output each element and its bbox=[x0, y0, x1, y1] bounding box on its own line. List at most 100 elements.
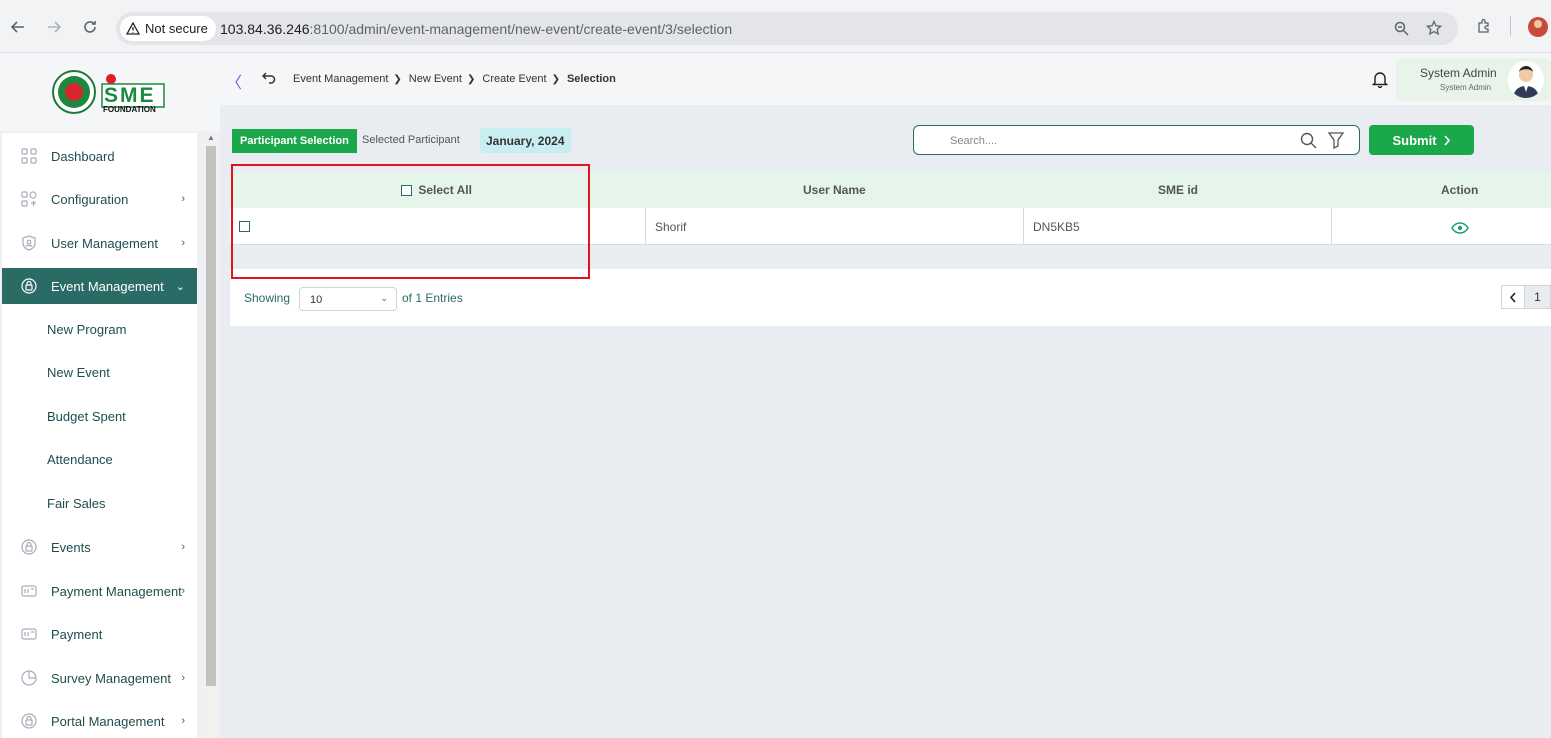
toolbar-divider bbox=[1510, 16, 1511, 36]
zoom-icon[interactable] bbox=[1394, 21, 1409, 41]
event-icon bbox=[20, 538, 38, 556]
chevron-right-icon: › bbox=[181, 715, 185, 727]
breadcrumb-item[interactable]: Event Management bbox=[293, 73, 388, 85]
config-icon bbox=[20, 190, 38, 208]
page-size-select[interactable]: 10 ⌄ bbox=[299, 287, 397, 311]
sidebar-item-label: Events bbox=[51, 539, 91, 555]
column-divider bbox=[1331, 208, 1332, 245]
card-icon bbox=[20, 582, 38, 600]
star-icon[interactable] bbox=[1425, 19, 1443, 41]
eye-icon[interactable] bbox=[1451, 221, 1469, 239]
warning-icon bbox=[126, 22, 140, 35]
sidebar-item-label: Payment bbox=[51, 626, 103, 642]
entries-label: of 1 Entries bbox=[402, 291, 463, 305]
shield-icon bbox=[20, 234, 38, 252]
sme-foundation-logo[interactable]: SME FOUNDATION bbox=[52, 68, 167, 116]
column-divider bbox=[1023, 208, 1024, 245]
scrollbar-thumb[interactable] bbox=[206, 146, 216, 686]
column-header-action: Action bbox=[1441, 183, 1479, 197]
breadcrumb: Event Management ❯ New Event ❯ Create Even… bbox=[293, 73, 616, 85]
cell-user-name: Shorif bbox=[655, 220, 687, 234]
reload-icon[interactable] bbox=[80, 17, 100, 37]
back-arrow-icon[interactable] bbox=[8, 17, 28, 37]
sidebar-scrollbar[interactable]: ▲ bbox=[204, 131, 218, 738]
card-icon bbox=[20, 625, 38, 643]
table-footer: Showing 10 ⌄ of 1 Entries 1 bbox=[230, 269, 1551, 326]
grid-icon bbox=[20, 147, 38, 165]
user-role: System Admin bbox=[1440, 83, 1492, 92]
sidebar-header: SME FOUNDATION bbox=[0, 53, 220, 131]
sidebar-subitem-attendance[interactable]: Attendance bbox=[47, 452, 113, 467]
sidebar-item-events[interactable]: Events › bbox=[2, 529, 197, 565]
table-spacer bbox=[230, 245, 1551, 269]
sidebar-subitem-new-program[interactable]: New Program bbox=[47, 322, 126, 337]
user-profile-menu[interactable]: System Admin System Admin bbox=[1396, 58, 1551, 101]
sidebar-subitem-budget-spent[interactable]: Budget Spent bbox=[47, 409, 126, 424]
sidebar-item-label: Payment Management bbox=[51, 583, 182, 599]
showing-label: Showing bbox=[244, 291, 291, 305]
chevron-right-icon bbox=[1443, 134, 1450, 146]
filter-icon[interactable] bbox=[1327, 131, 1345, 154]
sidebar-item-label: Configuration bbox=[51, 191, 129, 207]
profile-avatar[interactable] bbox=[1528, 17, 1548, 37]
chevron-left-icon bbox=[1509, 291, 1516, 303]
bell-icon[interactable] bbox=[1371, 70, 1389, 93]
tab-selected-participant[interactable]: Selected Participant bbox=[362, 134, 460, 146]
sidebar-item-label: Event Management bbox=[51, 278, 164, 294]
extensions-icon[interactable] bbox=[1476, 18, 1492, 39]
top-header: 〈 Event Management ❯ New Event ❯ Create Ev… bbox=[220, 53, 1551, 105]
collapse-sidebar-icon[interactable]: 〈 bbox=[226, 69, 242, 93]
sidebar-item-survey-management[interactable]: Survey Management › bbox=[2, 660, 197, 696]
table-row: Shorif DN5KB5 bbox=[230, 208, 1551, 245]
logo-subtext: FOUNDATION bbox=[103, 105, 156, 114]
sidebar-item-label: Portal Management bbox=[51, 713, 165, 729]
user-name: System Admin bbox=[1420, 66, 1497, 80]
column-header-sme-id: SME id bbox=[1158, 183, 1199, 197]
chevron-down-icon: ⌄ bbox=[380, 293, 388, 303]
sidebar-item-event-management[interactable]: Event Management ⌄ bbox=[2, 268, 197, 304]
security-chip[interactable]: Not secure bbox=[120, 16, 216, 41]
sidebar-item-user-management[interactable]: User Management › bbox=[2, 225, 197, 261]
submit-label: Submit bbox=[1392, 132, 1437, 148]
main-content: Participant Selection Selected Participa… bbox=[220, 105, 1551, 738]
tab-participant-selection[interactable]: Participant Selection bbox=[232, 129, 357, 153]
chevron-right-icon: › bbox=[181, 193, 185, 205]
sidebar-item-portal-management[interactable]: Portal Management › bbox=[2, 703, 197, 738]
row-checkbox[interactable] bbox=[239, 221, 250, 232]
pie-icon bbox=[20, 669, 38, 687]
page-size-value: 10 bbox=[310, 294, 323, 306]
sidebar-subitem-new-event[interactable]: New Event bbox=[47, 365, 110, 380]
pagination-prev-button[interactable] bbox=[1501, 285, 1525, 309]
search-input[interactable] bbox=[950, 132, 1280, 150]
search-icon[interactable] bbox=[1300, 132, 1317, 154]
search-box bbox=[913, 125, 1360, 155]
submit-button[interactable]: Submit bbox=[1369, 125, 1474, 155]
sidebar-menu: Dashboard Configuration › User Managemen… bbox=[2, 133, 197, 738]
back-icon[interactable] bbox=[261, 70, 276, 87]
chevron-right-icon: › bbox=[181, 237, 185, 249]
sidebar-item-payment-management[interactable]: Payment Management › bbox=[2, 573, 197, 609]
sidebar-item-dashboard[interactable]: Dashboard bbox=[2, 138, 197, 174]
column-header-user-name: User Name bbox=[803, 183, 866, 197]
sidebar-item-label: Survey Management bbox=[51, 670, 171, 686]
select-all-checkbox[interactable] bbox=[401, 185, 412, 197]
sidebar-item-payment[interactable]: Payment bbox=[2, 616, 197, 652]
scroll-up-arrow-icon[interactable]: ▲ bbox=[207, 133, 215, 142]
forward-arrow-icon[interactable] bbox=[44, 17, 64, 37]
breadcrumb-item[interactable]: Create Event bbox=[482, 73, 546, 85]
address-bar[interactable]: Not secure 103.84.36.246:8100/admin/even… bbox=[116, 12, 1458, 45]
breadcrumb-item[interactable]: New Event bbox=[409, 73, 462, 85]
pagination-page-button[interactable]: 1 bbox=[1525, 285, 1551, 309]
chevron-right-icon: › bbox=[181, 541, 185, 553]
security-label: Not secure bbox=[145, 21, 208, 36]
table-header: Select All User Name SME id Action bbox=[230, 172, 1551, 208]
sidebar-subitem-fair-sales[interactable]: Fair Sales bbox=[47, 496, 106, 511]
sidebar-item-label: Dashboard bbox=[51, 148, 115, 164]
select-all-header[interactable]: Select All bbox=[401, 183, 472, 197]
sidebar-item-configuration[interactable]: Configuration › bbox=[2, 181, 197, 217]
participant-table: Select All User Name SME id Action Shori… bbox=[230, 172, 1551, 326]
sidebar-item-label: User Management bbox=[51, 235, 158, 251]
chevron-right-icon: ❯ bbox=[551, 73, 560, 85]
cell-sme-id: DN5KB5 bbox=[1033, 220, 1080, 234]
browser-toolbar: Not secure 103.84.36.246:8100/admin/even… bbox=[0, 0, 1551, 53]
